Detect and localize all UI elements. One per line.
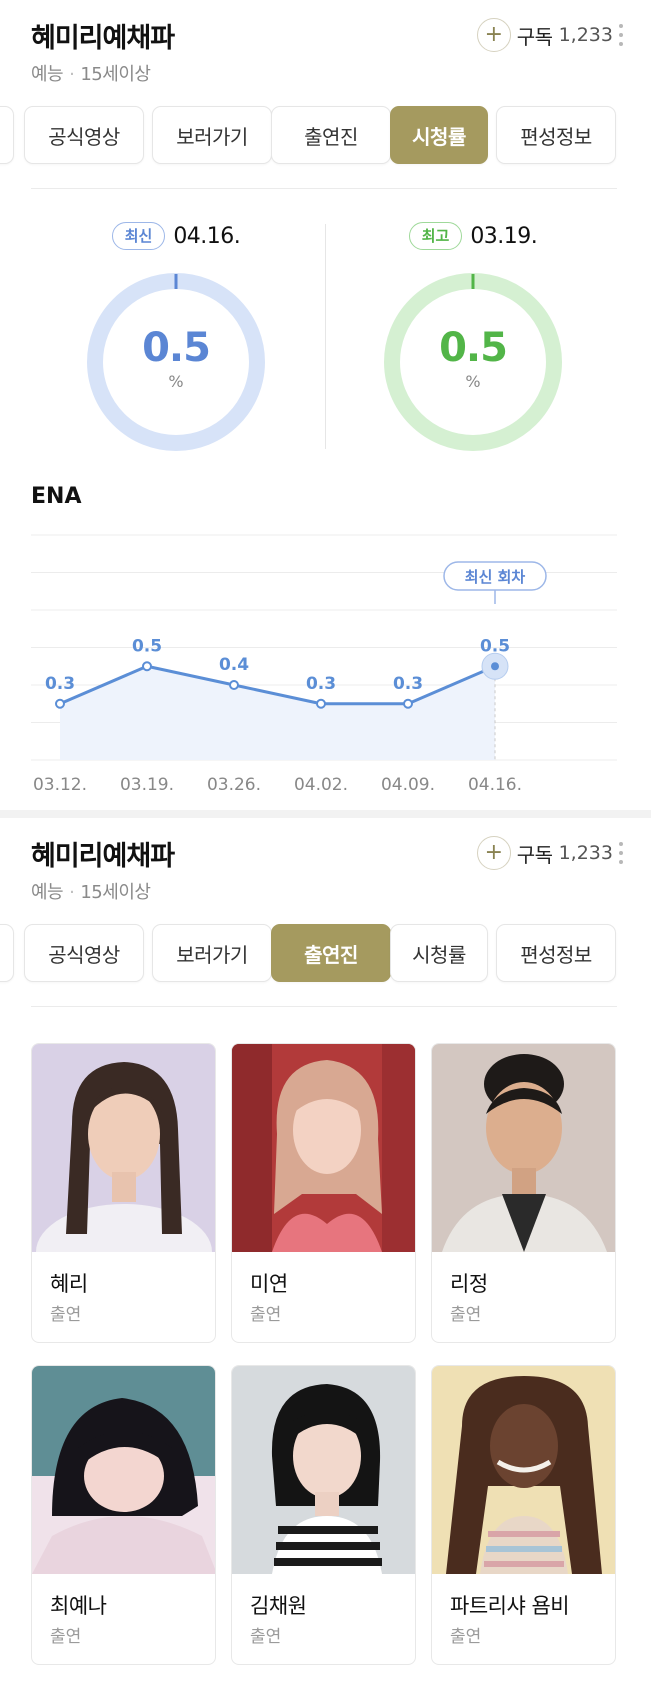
latest-rating-unit: %: [168, 372, 184, 391]
cast-name: 혜리: [50, 1272, 88, 1296]
chart-x-tick-label: 04.09.: [381, 775, 435, 795]
genre-label: 예능: [31, 64, 64, 85]
tab-cast[interactable]: 출연진: [271, 106, 391, 164]
tab-bar: 공식영상 보러가기 출연진 시청률 편성정보: [0, 106, 651, 164]
cast-photo-patricia: [432, 1366, 615, 1574]
chart-data-label: 0.4: [219, 655, 249, 675]
cast-role: 출연: [450, 1627, 482, 1647]
tab-official-video[interactable]: 공식영상: [24, 106, 144, 164]
cast-card[interactable]: 혜리 출연: [31, 1043, 216, 1343]
tab-watch[interactable]: 보러가기: [152, 924, 272, 982]
tab-schedule[interactable]: 편성정보: [496, 924, 616, 982]
show-title[interactable]: 혜미리예채파: [31, 834, 175, 873]
chart-x-tick-label: 03.26.: [207, 775, 261, 795]
meta-separator: ·: [69, 882, 75, 903]
show-meta: 예능 · 15세이상: [31, 60, 151, 86]
cast-role: 출연: [250, 1627, 282, 1647]
chart-point: [316, 698, 326, 709]
cast-name: 최예나: [50, 1594, 107, 1618]
best-badge: 최고: [408, 222, 463, 250]
more-options-icon[interactable]: [618, 842, 624, 864]
chart-x-tick-label: 03.12.: [33, 775, 87, 795]
subscribe-count: 1,233: [558, 24, 613, 46]
plus-icon: +: [476, 18, 511, 52]
divider: [31, 1006, 617, 1007]
latest-rating: 최신 04.16. 0.5 %: [76, 220, 276, 451]
subscribe-count: 1,233: [558, 842, 613, 864]
age-rating-label: 15세이상: [80, 882, 151, 903]
tab-schedule[interactable]: 편성정보: [496, 106, 616, 164]
cast-name: 미연: [250, 1272, 288, 1296]
show-title[interactable]: 혜미리예채파: [31, 16, 175, 55]
best-rating-unit: %: [465, 372, 481, 391]
cast-card[interactable]: 김채원 출연: [231, 1365, 416, 1665]
latest-badge: 최신: [111, 222, 166, 250]
meta-separator: ·: [69, 64, 75, 85]
subscribe-button[interactable]: + 구독 1,233: [476, 18, 613, 52]
subscribe-button[interactable]: + 구독 1,233: [476, 836, 613, 870]
latest-rating-value: 0.5: [142, 325, 211, 371]
chart-point: [229, 680, 239, 690]
tab-ratings[interactable]: 시청률: [390, 106, 488, 164]
cast-card[interactable]: 파트리샤 욤비 출연: [431, 1365, 616, 1665]
cast-card[interactable]: 최예나 출연: [31, 1365, 216, 1665]
cast-name: 리정: [450, 1272, 488, 1296]
divider: [31, 188, 617, 189]
cast-photo-choiyena: [32, 1366, 215, 1574]
more-options-icon[interactable]: [618, 24, 624, 46]
chart-x-tick-label: 04.16.: [468, 775, 522, 795]
show-meta: 예능 · 15세이상: [31, 878, 151, 904]
chart-point: [491, 662, 499, 671]
cast-card[interactable]: 미연 출연: [231, 1043, 416, 1343]
chart-data-label: 0.3: [393, 674, 423, 694]
cast-role: 출연: [250, 1305, 282, 1325]
cast-photo-kimchaewon: [232, 1366, 415, 1574]
cast-name: 김채원: [250, 1594, 307, 1618]
subscribe-label: 구독: [516, 842, 553, 867]
tab-ratings[interactable]: 시청률: [390, 924, 488, 982]
cast-name: 파트리샤 욤비: [450, 1594, 570, 1618]
ratings-chart: 0.3 03.12. 0.5 03.19. 0.4 03.26. 0.3 04.02. 0.3 0…: [31, 534, 617, 795]
rating-divider: [325, 224, 326, 449]
cast-photo-hyeri: [32, 1044, 215, 1252]
chart-x-tick-label: 04.02.: [294, 775, 348, 795]
best-rating: 최고 03.19. 0.5 %: [373, 220, 573, 451]
latest-date: 04.16.: [173, 223, 241, 249]
chart-point: [55, 698, 65, 709]
chart-title: ENA: [31, 484, 82, 509]
tab-official-video[interactable]: 공식영상: [24, 924, 144, 982]
cast-panel: 혜미리예채파 예능 · 15세이상 + 구독 1,233 공식영상 보러가기 출연진…: [0, 818, 651, 1687]
tab-cast[interactable]: 출연진: [271, 924, 391, 982]
tab-prev-edge[interactable]: [0, 106, 14, 164]
chart-data-label: 0.3: [45, 674, 75, 694]
cast-role: 출연: [450, 1305, 482, 1325]
cast-photo-lijung: [432, 1044, 615, 1252]
chart-data-label: 0.3: [306, 674, 336, 694]
chart-point: [403, 698, 413, 709]
genre-label: 예능: [31, 882, 64, 903]
chart-data-label: 0.5: [132, 636, 162, 656]
chart-data-label: 0.5: [480, 636, 510, 656]
chart-annotation-label: 최신 회차: [465, 568, 526, 586]
cast-role: 출연: [50, 1305, 82, 1325]
chart-x-tick-label: 03.19.: [120, 775, 174, 795]
chart-area: [60, 666, 495, 760]
plus-icon: +: [476, 836, 511, 870]
cast-role: 출연: [50, 1627, 82, 1647]
best-date: 03.19.: [470, 223, 538, 249]
chart-point: [142, 661, 152, 672]
age-rating-label: 15세이상: [80, 64, 151, 85]
best-rating-value: 0.5: [439, 325, 508, 371]
tab-watch[interactable]: 보러가기: [152, 106, 272, 164]
ratings-panel: 혜미리예채파 예능 · 15세이상 + 구독 1,233 공식영상 보러가기 출연진…: [0, 0, 651, 810]
tab-bar: 공식영상 보러가기 출연진 시청률 편성정보: [0, 924, 651, 982]
cast-card[interactable]: 리정 출연: [431, 1043, 616, 1343]
tab-prev-edge[interactable]: [0, 924, 14, 982]
subscribe-label: 구독: [516, 24, 553, 49]
cast-photo-miyeon: [232, 1044, 415, 1252]
